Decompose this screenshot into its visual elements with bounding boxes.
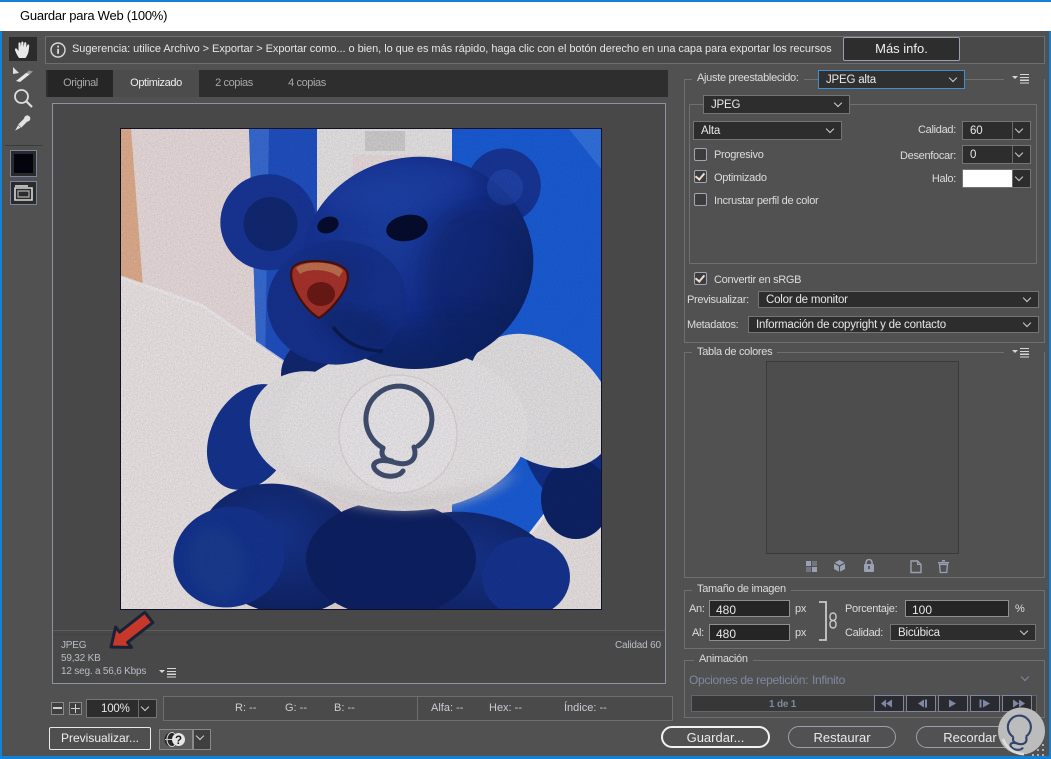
svg-text:?: ? bbox=[175, 735, 182, 747]
